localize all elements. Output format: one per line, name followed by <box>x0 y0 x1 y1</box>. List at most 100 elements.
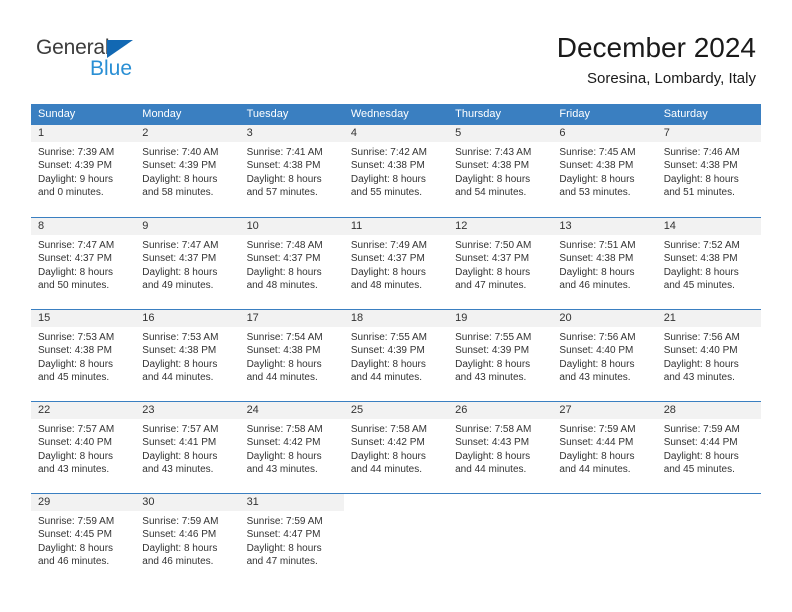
day-number-band: 11 <box>343 218 449 235</box>
day-number: 10 <box>246 220 259 232</box>
sunset-text: Sunset: 4:46 PM <box>142 529 217 541</box>
daylight-text-line2: and 44 minutes. <box>246 372 318 384</box>
day-number: 15 <box>38 312 51 324</box>
day-number-band: 20 <box>552 310 657 327</box>
daylight-text-line1: Daylight: 8 hours <box>142 542 218 554</box>
calendar-empty-cell <box>448 494 553 581</box>
calendar-day-cell[interactable]: 9 Sunrise: 7:47 AM Sunset: 4:37 PM Daylight… <box>135 218 240 305</box>
sunrise-text: Sunrise: 7:56 AM <box>559 332 636 343</box>
calendar-empty-cell <box>656 494 761 581</box>
calendar-day-cell[interactable]: 13 Sunrise: 7:51 AM Sunset: 4:38 PM Dayligh… <box>552 218 657 305</box>
day-number-band: 23 <box>135 402 240 419</box>
day-number: 24 <box>246 404 259 416</box>
day-number: 11 <box>350 220 363 232</box>
day-number-band: 9 <box>135 218 240 235</box>
calendar-day-cell[interactable]: 17 Sunrise: 7:54 AM Sunset: 4:38 PM Dayligh… <box>239 310 344 397</box>
daylight-text-line2: and 46 minutes. <box>559 280 631 292</box>
daylight-text-line2: and 43 minutes. <box>246 464 318 476</box>
day-number: 14 <box>663 220 676 232</box>
calendar-day-cell[interactable]: 8 Sunrise: 7:47 AM Sunset: 4:37 PM Daylight… <box>31 218 136 305</box>
calendar-day-cell[interactable]: 22 Sunrise: 7:57 AM Sunset: 4:40 PM Dayligh… <box>31 402 136 489</box>
day-details: Sunrise: 7:53 AM Sunset: 4:38 PM Daylight:… <box>135 327 239 385</box>
calendar-day-cell[interactable]: 30 Sunrise: 7:59 AM Sunset: 4:46 PM Dayligh… <box>135 494 240 581</box>
calendar-day-cell[interactable]: 5 Sunrise: 7:43 AM Sunset: 4:38 PM Daylight… <box>448 125 553 212</box>
sunset-text: Sunset: 4:38 PM <box>246 160 321 172</box>
day-details: Sunrise: 7:41 AM Sunset: 4:38 PM Daylight:… <box>240 142 344 200</box>
day-details <box>657 511 761 515</box>
day-number-band: 28 <box>656 402 761 419</box>
day-number: 1 <box>38 127 45 139</box>
day-details <box>552 511 656 515</box>
daylight-text-line2: and 43 minutes. <box>455 372 527 384</box>
day-details: Sunrise: 7:52 AM Sunset: 4:38 PM Daylight:… <box>657 235 761 293</box>
day-number: 27 <box>559 404 572 416</box>
day-details: Sunrise: 7:43 AM Sunset: 4:38 PM Daylight:… <box>448 142 552 200</box>
sunset-text: Sunset: 4:39 PM <box>455 345 530 357</box>
daylight-text-line1: Daylight: 8 hours <box>246 173 322 185</box>
calendar-day-cell[interactable]: 1 Sunrise: 7:39 AM Sunset: 4:39 PM Daylight… <box>31 125 136 212</box>
logo-text-blue: Blue <box>90 57 133 80</box>
daylight-text-line2: and 46 minutes. <box>142 556 214 568</box>
daylight-text-line2: and 45 minutes. <box>38 372 110 384</box>
calendar-day-cell[interactable]: 3 Sunrise: 7:41 AM Sunset: 4:38 PM Daylight… <box>239 125 344 212</box>
daylight-text-line2: and 43 minutes. <box>142 464 214 476</box>
sunset-text: Sunset: 4:38 PM <box>38 345 112 357</box>
day-number: 18 <box>350 312 364 324</box>
day-details: Sunrise: 7:46 AM Sunset: 4:38 PM Daylight:… <box>657 142 761 200</box>
calendar-day-cell[interactable]: 4 Sunrise: 7:42 AM Sunset: 4:38 PM Daylight… <box>343 125 449 212</box>
calendar-day-cell[interactable]: 14 Sunrise: 7:52 AM Sunset: 4:38 PM Dayligh… <box>656 218 761 305</box>
calendar-day-cell[interactable]: 23 Sunrise: 7:57 AM Sunset: 4:41 PM Dayligh… <box>135 402 240 489</box>
calendar-day-cell[interactable]: 20 Sunrise: 7:56 AM Sunset: 4:40 PM Dayligh… <box>552 310 657 397</box>
calendar-day-cell[interactable]: 25 Sunrise: 7:58 AM Sunset: 4:42 PM Dayligh… <box>343 402 449 489</box>
calendar-day-cell[interactable]: 28 Sunrise: 7:59 AM Sunset: 4:44 PM Dayligh… <box>656 402 761 489</box>
daylight-text-line2: and 44 minutes. <box>350 464 423 476</box>
calendar-day-cell[interactable]: 19 Sunrise: 7:55 AM Sunset: 4:39 PM Dayligh… <box>448 310 553 397</box>
calendar-day-cell[interactable]: 27 Sunrise: 7:59 AM Sunset: 4:44 PM Dayligh… <box>552 402 657 489</box>
sunrise-text: Sunrise: 7:58 AM <box>246 424 323 435</box>
daylight-text-line1: Daylight: 8 hours <box>142 450 218 462</box>
sunset-text: Sunset: 4:42 PM <box>246 437 321 449</box>
calendar-day-cell[interactable]: 29 Sunrise: 7:59 AM Sunset: 4:45 PM Dayligh… <box>31 494 136 581</box>
sunset-text: Sunset: 4:41 PM <box>142 437 217 449</box>
day-number-band: 14 <box>656 218 761 235</box>
calendar-weeks: 1 Sunrise: 7:39 AM Sunset: 4:39 PM Daylight… <box>31 125 761 581</box>
day-number-band: 25 <box>343 402 449 419</box>
calendar-day-cell[interactable]: 11 Sunrise: 7:49 AM Sunset: 4:37 PM Dayligh… <box>343 218 449 305</box>
daylight-text-line1: Daylight: 8 hours <box>559 450 635 462</box>
calendar-day-cell[interactable]: 18 Sunrise: 7:55 AM Sunset: 4:39 PM Dayligh… <box>343 310 449 397</box>
daylight-text-line1: Daylight: 8 hours <box>455 358 531 370</box>
daylight-text-line1: Daylight: 8 hours <box>350 173 426 185</box>
sunrise-text: Sunrise: 7:52 AM <box>663 240 740 251</box>
day-details: Sunrise: 7:59 AM Sunset: 4:44 PM Daylight:… <box>657 419 761 477</box>
sunset-text: Sunset: 4:38 PM <box>142 345 217 357</box>
day-details: Sunrise: 7:54 AM Sunset: 4:38 PM Daylight:… <box>240 327 344 385</box>
day-number-band: 31 <box>239 494 344 511</box>
calendar-day-cell[interactable]: 26 Sunrise: 7:58 AM Sunset: 4:43 PM Dayligh… <box>448 402 553 489</box>
calendar-day-cell[interactable]: 6 Sunrise: 7:45 AM Sunset: 4:38 PM Daylight… <box>552 125 657 212</box>
logo-triangle-icon <box>107 40 133 58</box>
day-number-band <box>344 494 448 511</box>
day-details: Sunrise: 7:47 AM Sunset: 4:37 PM Daylight:… <box>135 235 239 293</box>
daylight-text-line1: Daylight: 8 hours <box>38 358 114 370</box>
day-number-band: 8 <box>31 218 136 235</box>
day-details: Sunrise: 7:57 AM Sunset: 4:41 PM Daylight:… <box>135 419 239 477</box>
day-details: Sunrise: 7:56 AM Sunset: 4:40 PM Daylight:… <box>657 327 761 385</box>
day-number-band: 6 <box>552 125 657 142</box>
calendar-day-cell[interactable]: 10 Sunrise: 7:48 AM Sunset: 4:37 PM Dayligh… <box>239 218 344 305</box>
calendar-day-cell[interactable]: 15 Sunrise: 7:53 AM Sunset: 4:38 PM Dayligh… <box>31 310 136 397</box>
calendar-day-cell[interactable]: 31 Sunrise: 7:59 AM Sunset: 4:47 PM Dayligh… <box>239 494 344 581</box>
day-number-band: 1 <box>31 125 136 142</box>
calendar-day-cell[interactable]: 7 Sunrise: 7:46 AM Sunset: 4:38 PM Daylight… <box>656 125 761 212</box>
calendar-day-cell[interactable]: 2 Sunrise: 7:40 AM Sunset: 4:39 PM Daylight… <box>135 125 240 212</box>
day-details: Sunrise: 7:53 AM Sunset: 4:38 PM Daylight:… <box>31 327 135 385</box>
sunset-text: Sunset: 4:38 PM <box>663 160 738 172</box>
daylight-text-line1: Daylight: 8 hours <box>142 173 218 185</box>
day-details: Sunrise: 7:58 AM Sunset: 4:42 PM Daylight:… <box>240 419 344 477</box>
calendar-day-cell[interactable]: 12 Sunrise: 7:50 AM Sunset: 4:37 PM Dayligh… <box>448 218 553 305</box>
calendar-day-cell[interactable]: 16 Sunrise: 7:53 AM Sunset: 4:38 PM Dayligh… <box>135 310 240 397</box>
calendar-day-cell[interactable]: 21 Sunrise: 7:56 AM Sunset: 4:40 PM Dayligh… <box>656 310 761 397</box>
calendar-day-cell[interactable]: 24 Sunrise: 7:58 AM Sunset: 4:42 PM Dayligh… <box>239 402 344 489</box>
day-number: 5 <box>455 127 462 139</box>
day-number: 21 <box>663 312 676 324</box>
daylight-text-line1: Daylight: 8 hours <box>38 542 114 554</box>
